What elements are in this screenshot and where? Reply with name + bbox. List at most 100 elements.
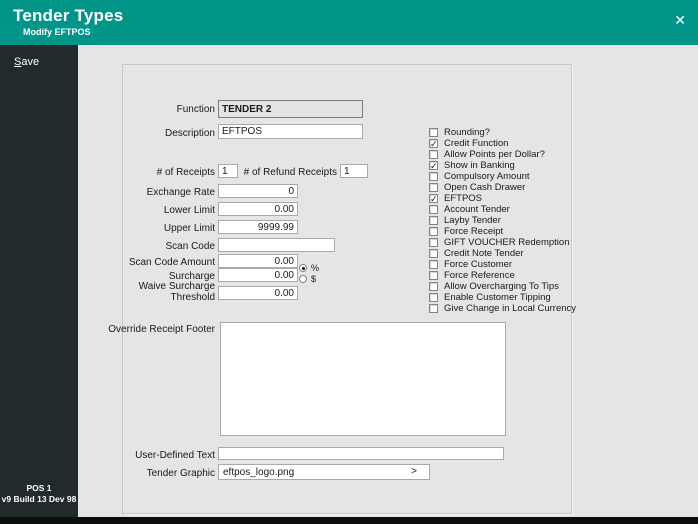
- override-receipt-footer-label: Override Receipt Footer: [108, 324, 215, 335]
- surcharge-unit-option[interactable]: $: [299, 273, 319, 284]
- option-row[interactable]: Rounding?: [429, 127, 576, 138]
- option-row[interactable]: Open Cash Drawer: [429, 182, 576, 193]
- option-row[interactable]: ✓ Credit Function: [429, 138, 576, 149]
- bottom-strip: [0, 517, 698, 524]
- option-row[interactable]: Compulsory Amount: [429, 171, 576, 182]
- num-refund-receipts-input[interactable]: [340, 164, 368, 178]
- checkbox-unchecked-icon[interactable]: [429, 249, 438, 258]
- option-label: Open Cash Drawer: [444, 182, 525, 193]
- option-row[interactable]: GIFT VOUCHER Redemption: [429, 237, 576, 248]
- surcharge-unit-radios: %$: [299, 262, 319, 284]
- option-row[interactable]: Give Change in Local Currency: [429, 303, 576, 314]
- override-receipt-footer-textarea[interactable]: [220, 322, 506, 436]
- option-label: Credit Note Tender: [444, 248, 524, 259]
- tender-graphic-label: Tender Graphic: [147, 468, 215, 479]
- exchange-rate-input[interactable]: [218, 184, 298, 198]
- save-button-label: Save: [14, 56, 39, 68]
- checkbox-list: Rounding? ✓ Credit FunctionAllow Points pe…: [429, 127, 576, 314]
- checkbox-unchecked-icon[interactable]: [429, 227, 438, 236]
- scan-code-amount-input[interactable]: [218, 254, 298, 268]
- tender-graphic-value: eftpos_logo.png: [223, 467, 425, 478]
- scan-code-input[interactable]: [218, 238, 335, 252]
- option-label: EFTPOS: [444, 193, 482, 204]
- surcharge-unit-label: $: [311, 274, 316, 284]
- pos-info: POS 1 v9 Build 13 Dev 98: [0, 483, 78, 505]
- title-bar: Tender Types Modify EFTPOS ✕: [0, 0, 698, 45]
- pos-name: POS 1: [0, 483, 78, 494]
- checkbox-unchecked-icon[interactable]: [429, 150, 438, 159]
- user-defined-text-input[interactable]: [218, 447, 504, 460]
- waive-surcharge-threshold-label: Waive Surcharge Threshold: [133, 281, 215, 303]
- option-label: GIFT VOUCHER Redemption: [444, 237, 569, 248]
- exchange-rate-label: Exchange Rate: [147, 187, 215, 198]
- waive-surcharge-threshold-input[interactable]: [218, 286, 298, 300]
- upper-limit-input[interactable]: [218, 220, 298, 234]
- num-receipts-label: # of Receipts: [157, 167, 215, 178]
- option-label: Show in Banking: [444, 160, 515, 171]
- option-label: Credit Function: [444, 138, 508, 149]
- surcharge-unit-label: %: [311, 263, 319, 273]
- option-label: Force Receipt: [444, 226, 503, 237]
- tender-types-window: Tender Types Modify EFTPOS ✕ Save POS 1 …: [0, 0, 698, 524]
- lower-limit-label: Lower Limit: [164, 205, 215, 216]
- checkbox-unchecked-icon[interactable]: [429, 260, 438, 269]
- num-receipts-input[interactable]: [218, 164, 238, 178]
- option-row[interactable]: Allow Points per Dollar?: [429, 149, 576, 160]
- option-label: Rounding?: [444, 127, 490, 138]
- checkbox-unchecked-icon[interactable]: [429, 205, 438, 214]
- option-label: Force Reference: [444, 270, 515, 281]
- radio-selected-icon[interactable]: [299, 264, 307, 272]
- user-defined-text-label: User-Defined Text: [135, 450, 215, 461]
- option-label: Give Change in Local Currency: [444, 303, 576, 314]
- page-title: Tender Types: [13, 6, 123, 26]
- checkbox-unchecked-icon[interactable]: [429, 271, 438, 280]
- upper-limit-label: Upper Limit: [164, 223, 215, 234]
- scan-code-amount-label: Scan Code Amount: [129, 257, 215, 268]
- option-row[interactable]: ✓ EFTPOS: [429, 193, 576, 204]
- option-row[interactable]: Account Tender: [429, 204, 576, 215]
- option-label: Force Customer: [444, 259, 512, 270]
- checkbox-checked-icon[interactable]: ✓: [429, 139, 438, 148]
- option-row[interactable]: Force Customer: [429, 259, 576, 270]
- option-row[interactable]: Force Receipt: [429, 226, 576, 237]
- save-button[interactable]: Save: [14, 56, 39, 68]
- description-label: Description: [165, 128, 215, 139]
- checkbox-unchecked-icon[interactable]: [429, 172, 438, 181]
- option-row[interactable]: Force Reference: [429, 270, 576, 281]
- surcharge-input[interactable]: [218, 268, 298, 282]
- option-row[interactable]: ✓ Show in Banking: [429, 160, 576, 171]
- option-row[interactable]: Layby Tender: [429, 215, 576, 226]
- radio-unselected-icon[interactable]: [299, 275, 307, 283]
- checkbox-unchecked-icon[interactable]: [429, 304, 438, 313]
- option-label: Layby Tender: [444, 215, 501, 226]
- checkbox-unchecked-icon[interactable]: [429, 128, 438, 137]
- option-row[interactable]: Allow Overcharging To Tips: [429, 281, 576, 292]
- checkbox-checked-icon[interactable]: ✓: [429, 194, 438, 203]
- option-label: Compulsory Amount: [444, 171, 530, 182]
- checkbox-checked-icon[interactable]: ✓: [429, 161, 438, 170]
- browse-chevron-icon[interactable]: >: [411, 466, 417, 477]
- page-subtitle: Modify EFTPOS: [23, 27, 91, 37]
- checkbox-unchecked-icon[interactable]: [429, 293, 438, 302]
- function-label: Function: [177, 104, 215, 115]
- close-icon[interactable]: ✕: [674, 13, 686, 27]
- checkbox-unchecked-icon[interactable]: [429, 183, 438, 192]
- pos-version: v9 Build 13 Dev 98: [0, 494, 78, 505]
- option-row[interactable]: Credit Note Tender: [429, 248, 576, 259]
- scan-code-label: Scan Code: [166, 241, 215, 252]
- option-row[interactable]: Enable Customer Tipping: [429, 292, 576, 303]
- option-label: Allow Points per Dollar?: [444, 149, 545, 160]
- option-label: Allow Overcharging To Tips: [444, 281, 559, 292]
- surcharge-unit-option[interactable]: %: [299, 262, 319, 273]
- sidebar: Save POS 1 v9 Build 13 Dev 98: [0, 45, 78, 517]
- lower-limit-input[interactable]: [218, 202, 298, 216]
- option-label: Account Tender: [444, 204, 510, 215]
- description-input[interactable]: [218, 124, 363, 139]
- checkbox-unchecked-icon[interactable]: [429, 282, 438, 291]
- option-label: Enable Customer Tipping: [444, 292, 551, 303]
- checkbox-unchecked-icon[interactable]: [429, 216, 438, 225]
- num-refund-receipts-label: # of Refund Receipts: [244, 167, 337, 178]
- tender-graphic-field[interactable]: eftpos_logo.png >: [218, 464, 430, 480]
- function-input[interactable]: [218, 100, 363, 118]
- checkbox-unchecked-icon[interactable]: [429, 238, 438, 247]
